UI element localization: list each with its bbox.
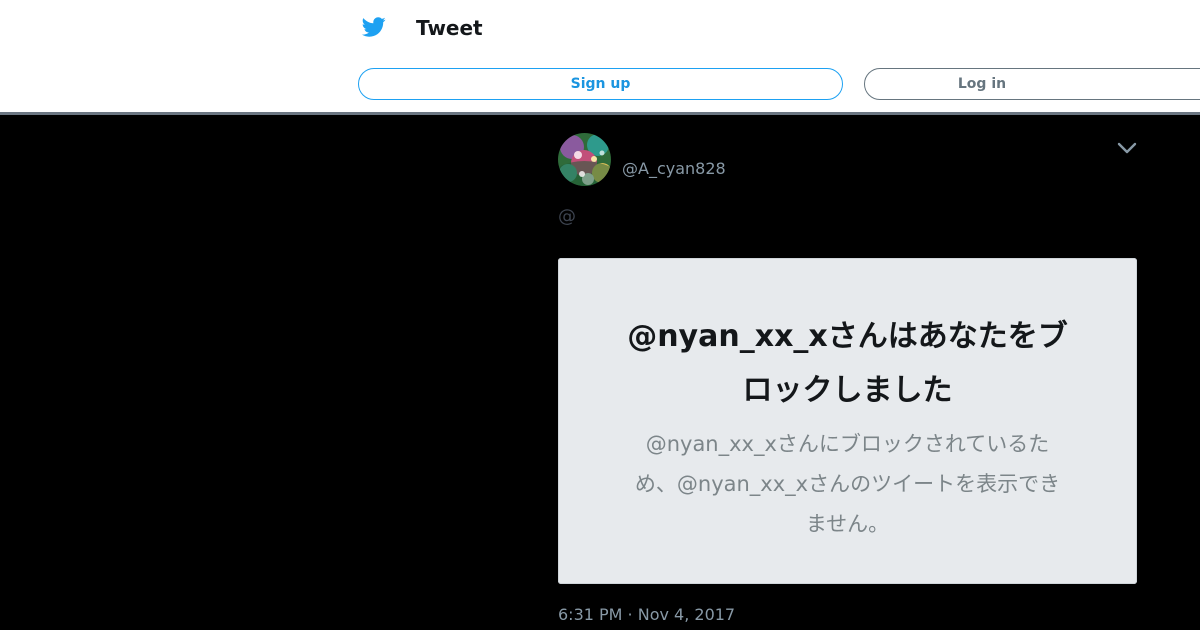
tweet-text: @	[558, 206, 576, 227]
media-body-line: ません。	[805, 512, 890, 536]
log-in-button[interactable]: Log in	[864, 68, 1200, 100]
media-body-line: め、@nyan_xx_xさんのツイートを表示でき	[634, 472, 1061, 496]
tweet-media-image[interactable]: @nyan_xx_xさんはあなたをブ ロックしました @nyan_xx_xさんに…	[558, 258, 1137, 584]
media-heading: @nyan_xx_xさんはあなたをブ ロックしました	[588, 310, 1107, 418]
sign-up-label: Sign up	[570, 76, 631, 92]
media-body-line: @nyan_xx_xさんにブロックされているた	[645, 432, 1050, 456]
tweet-page: Tweet Sign up Log in @A_cyan828 @ @nyan_…	[0, 0, 1200, 630]
header-divider	[0, 112, 1200, 115]
tweet-timestamp[interactable]: 6:31 PM · Nov 4, 2017	[558, 604, 735, 626]
media-body-text: @nyan_xx_xさんにブロックされているた め、@nyan_xx_xさんのツ…	[598, 424, 1097, 544]
media-heading-line: ロックしました	[742, 373, 953, 408]
media-heading-line: @nyan_xx_xさんはあなたをブ	[627, 319, 1068, 354]
twitter-bird-icon[interactable]	[360, 15, 388, 39]
tweet-author-handle[interactable]: @A_cyan828	[622, 159, 726, 179]
top-header: Tweet Sign up Log in	[0, 0, 1200, 112]
avatar[interactable]	[558, 133, 611, 186]
page-title: Tweet	[416, 16, 483, 40]
chevron-down-icon[interactable]	[1116, 139, 1138, 157]
avatar-image	[558, 133, 611, 186]
sign-up-button[interactable]: Sign up	[358, 68, 843, 100]
log-in-label: Log in	[957, 76, 1007, 92]
